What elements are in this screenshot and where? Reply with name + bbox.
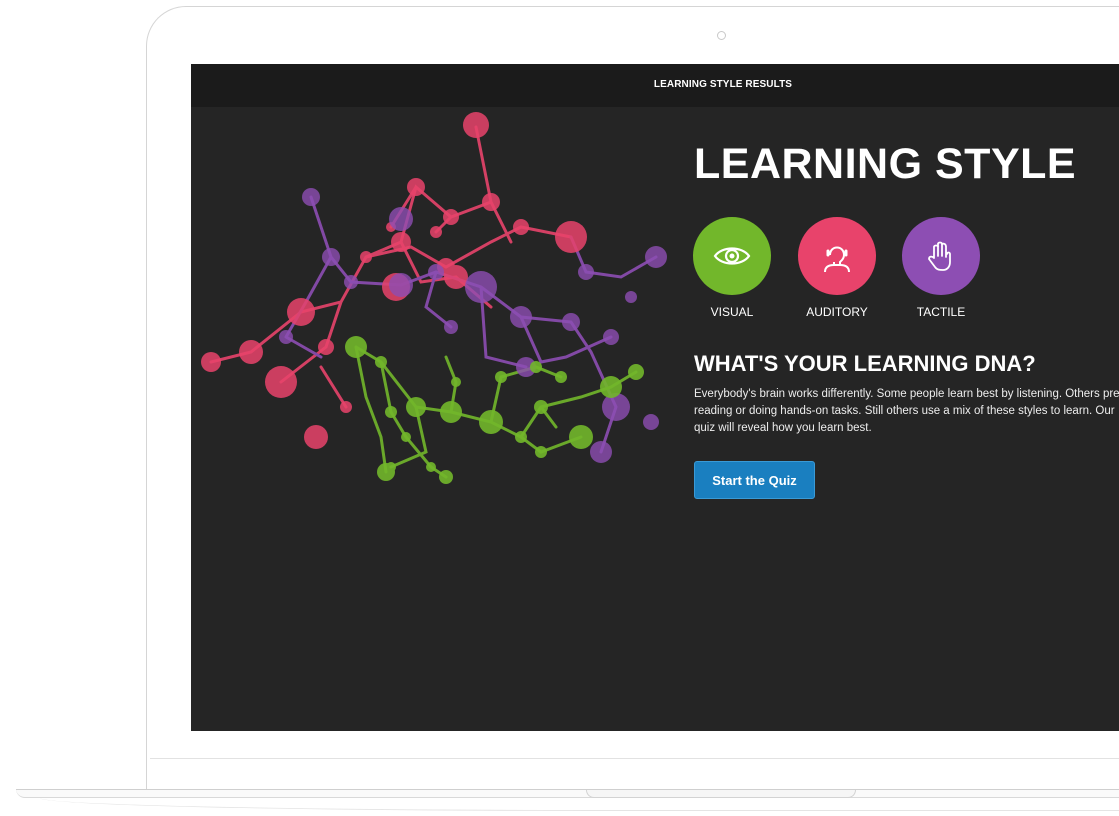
learning-dna-illustration — [201, 112, 667, 484]
section-heading: WHAT'S YOUR LEARNING DNA? — [694, 351, 1036, 376]
style-label-auditory: AUDITORY — [806, 305, 868, 319]
top-bar-title: LEARNING STYLE RESULTS — [653, 79, 793, 90]
style-tactile: TACTILE — [886, 217, 996, 319]
visual-circle — [693, 217, 771, 295]
style-label-tactile: TACTILE — [916, 305, 966, 319]
page-title: LEARNING STYLE — [694, 140, 1077, 188]
laptop-base-edge — [40, 798, 1119, 811]
start-quiz-button[interactable]: Start the Quiz — [694, 461, 815, 499]
tactile-circle — [902, 217, 980, 295]
camera-icon — [717, 31, 726, 40]
laptop-notch — [586, 790, 856, 798]
style-visual: VISUAL — [677, 217, 787, 319]
style-auditory: AUDITORY — [782, 217, 892, 319]
laptop-screen: LEARNING STYLE RESULTS LEARNING STYLE VI… — [191, 64, 1119, 731]
laptop-base — [16, 789, 1119, 798]
section-description: Everybody's brain works differently. Som… — [694, 388, 1119, 434]
eye-icon — [713, 247, 751, 265]
laptop-chin — [150, 758, 1119, 759]
auditory-circle — [798, 217, 876, 295]
head-listening-icon — [824, 246, 850, 273]
style-label-visual: VISUAL — [710, 305, 754, 319]
hand-icon — [928, 241, 951, 271]
top-bar: LEARNING STYLE RESULTS — [191, 64, 1119, 107]
